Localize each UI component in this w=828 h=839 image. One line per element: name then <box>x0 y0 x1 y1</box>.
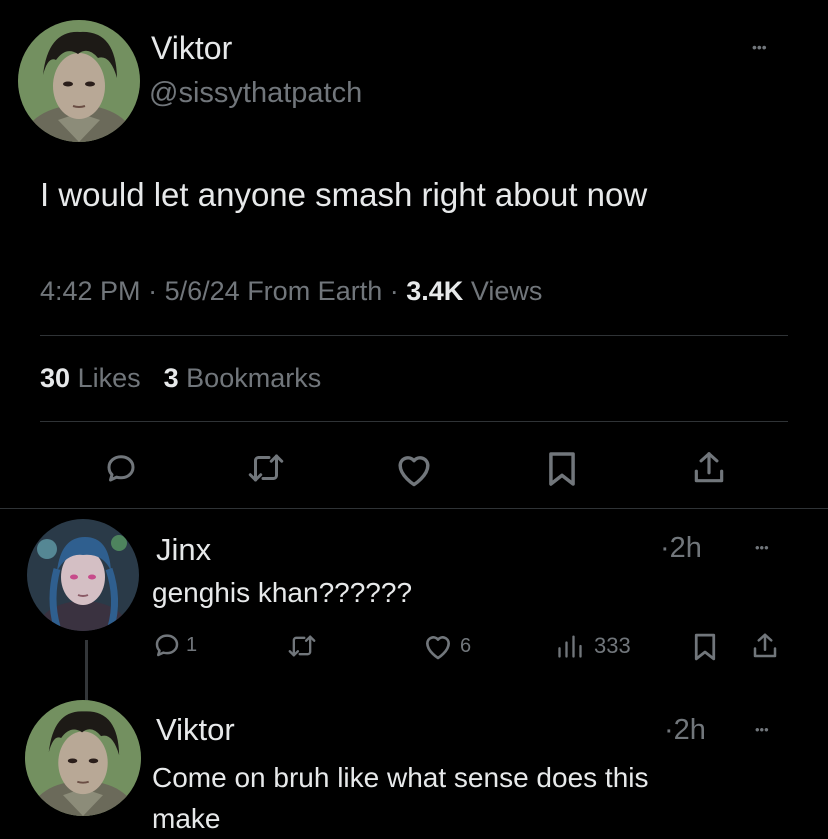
reply-timestamp: 2h <box>669 532 702 564</box>
time-separator: · <box>660 532 670 564</box>
bookmarks-count: 3 <box>163 363 179 393</box>
reply-text-line: make <box>152 803 221 834</box>
reply-time[interactable]: ·2h <box>660 532 702 565</box>
reply-avatar[interactable] <box>25 700 141 816</box>
bookmarks-stat[interactable]: 3 Bookmarks <box>164 363 322 393</box>
divider <box>40 335 788 336</box>
divider <box>40 421 788 422</box>
repost-icon <box>248 454 284 482</box>
meta-separator: · <box>389 276 399 306</box>
bookmarks-label: Bookmarks <box>186 363 322 393</box>
post-date[interactable]: 5/6/24 <box>165 276 240 306</box>
bookmark-icon <box>694 633 716 661</box>
reply-like-button[interactable]: 6 <box>422 631 471 661</box>
share-icon <box>694 452 724 483</box>
reply-button[interactable] <box>102 450 140 486</box>
repost-icon <box>288 635 316 657</box>
bookmark-button[interactable] <box>545 450 579 488</box>
meta-separator: · <box>148 276 158 306</box>
time-separator: · <box>664 714 674 746</box>
post-text: I would let anyone smash right about now <box>40 176 648 213</box>
bookmark-icon <box>549 452 575 486</box>
views-label: Views <box>470 276 543 306</box>
reply-text: Come on bruh like what sense does this m… <box>152 757 649 839</box>
repost-button[interactable] <box>244 450 288 486</box>
likes-label: Likes <box>77 363 141 393</box>
post-source: From Earth <box>247 276 383 306</box>
more-options-button[interactable]: ••• <box>752 40 767 54</box>
reply-more-options-button[interactable]: ••• <box>755 541 769 554</box>
reply-time[interactable]: ·2h <box>664 714 706 747</box>
reply-text: genghis khan?????? <box>152 577 413 608</box>
post-time[interactable]: 4:42 PM <box>40 276 141 306</box>
reply-share-button[interactable] <box>750 630 780 662</box>
like-button[interactable] <box>393 450 435 488</box>
likes-stat[interactable]: 30 Likes <box>40 363 148 393</box>
like-count: 6 <box>460 634 472 657</box>
views-count: 3.4K <box>406 276 464 306</box>
reply-repost-button[interactable] <box>284 632 320 660</box>
reply-more-options-button[interactable]: ••• <box>755 723 769 736</box>
author-handle[interactable]: @sissythatpatch <box>149 77 362 110</box>
share-icon <box>753 633 777 658</box>
reply-bookmark-button[interactable] <box>692 632 718 662</box>
comment-icon <box>107 455 135 482</box>
reply-views-button[interactable]: 333 <box>556 632 631 660</box>
likes-count: 30 <box>40 363 71 393</box>
view-count: 333 <box>594 633 631 658</box>
reply-count: 1 <box>186 633 198 656</box>
analytics-icon <box>558 635 582 658</box>
heart-icon <box>426 636 450 660</box>
author-avatar[interactable] <box>18 20 140 142</box>
reply-author-name[interactable]: Viktor <box>156 712 235 748</box>
share-button[interactable] <box>690 448 728 488</box>
reply-reply-button[interactable]: 1 <box>152 630 197 660</box>
reply-author-name[interactable]: Jinx <box>156 532 211 568</box>
reply-avatar[interactable] <box>27 519 139 631</box>
engagement-stats: 30 Likes 3 Bookmarks <box>40 363 321 394</box>
post-meta: 4:42 PM · 5/6/24 From Earth · 3.4K Views <box>40 276 542 307</box>
reply-text-line: Come on bruh like what sense does this <box>152 762 649 793</box>
author-name[interactable]: Viktor <box>151 30 232 67</box>
comment-icon <box>155 634 179 657</box>
heart-icon <box>398 456 430 487</box>
reply-timestamp: 2h <box>673 714 706 746</box>
divider <box>0 508 828 509</box>
thread-line <box>85 640 88 702</box>
